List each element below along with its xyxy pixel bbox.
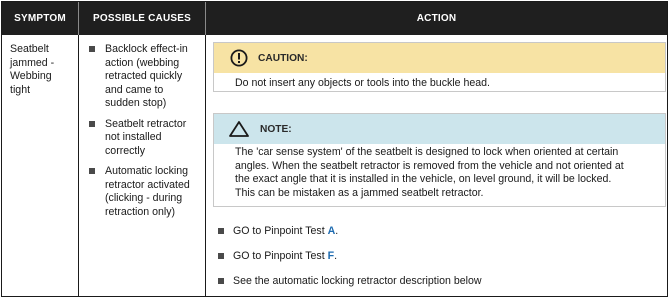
cause-text: Seatbelt retractor not installed correct…: [105, 117, 187, 157]
column-divider: [205, 35, 206, 297]
caution-box: CAUTION: Do not insert any objects or to…: [213, 42, 666, 92]
exclamation-circle-icon: [230, 49, 248, 67]
note-line: This can be mistaken as a jammed seatbel…: [235, 186, 484, 199]
cause-text: Backlock effect-in action (webbing retra…: [105, 43, 188, 109]
action-text: See the automatic locking retractor desc…: [233, 275, 482, 287]
note-text: The 'car sense system' of the seatbelt i…: [214, 144, 665, 200]
header-action: ACTION: [416, 13, 457, 24]
note-box: NOTE: The 'car sense system' of the seat…: [213, 113, 666, 207]
list-item: See the automatic locking retractor desc…: [218, 275, 658, 288]
action-list: GO to Pinpoint Test A. GO to Pinpoint Te…: [218, 225, 658, 288]
bullet-square-icon: [218, 278, 224, 284]
table-header: SYMPTOM POSSIBLE CAUSES ACTION: [2, 2, 667, 35]
caution-label: CAUTION:: [258, 52, 308, 64]
bullet-square-icon: [89, 120, 95, 127]
list-item: Seatbelt retractor not installed correct…: [88, 118, 200, 159]
cause-text: Automatic locking retractor activated (c…: [105, 165, 190, 218]
list-item: Automatic locking retractor activated (c…: [88, 165, 200, 219]
list-item: GO to Pinpoint Test A.: [218, 225, 658, 238]
warning-triangle-icon: [229, 121, 249, 137]
bullet-square-icon: [89, 168, 95, 174]
symptom-cell: Seatbelt jammed - Webbing tight: [10, 43, 55, 96]
action-suffix: .: [334, 250, 338, 262]
bullet-square-icon: [218, 253, 224, 259]
column-divider: [78, 35, 79, 297]
action-text: GO to Pinpoint Test: [233, 225, 328, 237]
note-line: The 'car sense system' of the seatbelt i…: [235, 146, 619, 158]
bullet-square-icon: [89, 46, 95, 52]
note-label: NOTE:: [260, 123, 292, 135]
list-item: Backlock effect-in action (webbing retra…: [88, 43, 200, 111]
note-line: the exact angle that it is installed in …: [235, 173, 612, 186]
action-suffix: .: [335, 225, 339, 237]
caution-text: Do not insert any objects or tools into …: [235, 77, 490, 89]
causes-list: Backlock effect-in action (webbing retra…: [88, 43, 200, 219]
caution-header: CAUTION:: [214, 43, 665, 73]
note-line: angles. When the seatbelt retractor is r…: [235, 159, 624, 172]
list-item: GO to Pinpoint Test F.: [218, 250, 658, 263]
header-symptom: SYMPTOM: [14, 13, 66, 24]
diagnostic-table: SYMPTOM POSSIBLE CAUSES ACTION Seatbelt …: [1, 1, 668, 297]
action-text: GO to Pinpoint Test: [233, 250, 328, 262]
note-header: NOTE:: [214, 114, 665, 144]
header-possible-causes: POSSIBLE CAUSES: [92, 13, 192, 24]
bullet-square-icon: [218, 228, 224, 234]
